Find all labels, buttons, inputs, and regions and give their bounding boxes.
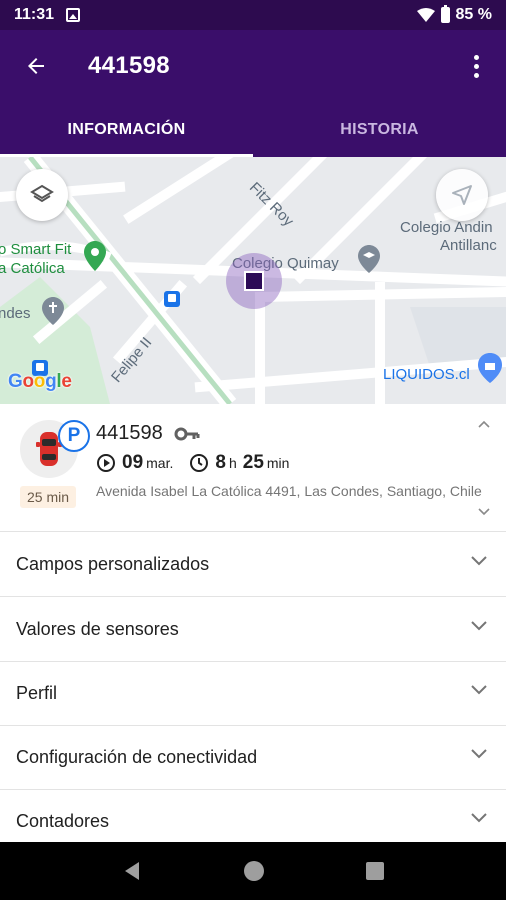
arrow-left-icon xyxy=(28,58,44,74)
system-navigation-bar xyxy=(0,842,506,900)
church-pin-icon xyxy=(42,297,64,325)
duration-badge: 25 min xyxy=(20,486,77,508)
section-valores-de-sensores[interactable]: Valores de sensores xyxy=(0,598,506,662)
status-bar: 11:31 85 % xyxy=(0,0,506,30)
google-letter: g xyxy=(45,371,57,392)
chevron-down-icon xyxy=(471,556,487,566)
play-circle-icon xyxy=(97,454,115,472)
battery-icon xyxy=(440,5,450,23)
tab-bar: INFORMACIÓN HISTORIA xyxy=(0,102,506,157)
map-view[interactable]: Fitz Roy Colegio Andin Antillanc o Smart… xyxy=(0,157,506,404)
google-logo: Google xyxy=(8,371,72,393)
section-perfil[interactable]: Perfil xyxy=(0,662,506,726)
clock-icon xyxy=(190,454,209,472)
chevron-down-icon xyxy=(471,749,487,759)
unit-name: 441598 xyxy=(96,422,163,444)
section-label: Contadores xyxy=(16,811,110,831)
google-letter: G xyxy=(8,371,23,392)
map-label-colegio-andino: Colegio Andin xyxy=(400,219,493,236)
map-label-la-catolica: a Católica xyxy=(0,260,65,277)
section-label: Perfil xyxy=(16,683,58,703)
stop-minutes-unit: min xyxy=(266,455,290,471)
stop-minutes: 25 xyxy=(242,452,264,473)
map-label-smart-fit: o Smart Fit xyxy=(0,241,72,258)
battery-percent: 85 % xyxy=(455,6,492,23)
chevron-up-icon[interactable] xyxy=(476,418,492,430)
section-configuracion-de-conectividad[interactable]: Configuración de conectividad xyxy=(0,726,506,790)
page-title: 441598 xyxy=(88,52,170,79)
more-vert-icon xyxy=(473,54,479,60)
chevron-down-icon xyxy=(471,813,487,823)
chevron-down-icon[interactable] xyxy=(476,506,492,518)
stop-stats: 09 mar. 8 h 25 min xyxy=(96,452,291,474)
nav-back-icon[interactable] xyxy=(121,860,143,882)
map-label-antillanca: Antillanc xyxy=(440,237,497,254)
tab-informacion[interactable]: INFORMACIÓN xyxy=(0,102,253,157)
parking-badge: P xyxy=(58,420,90,452)
stop-hours-unit: h xyxy=(228,455,237,471)
wifi-icon xyxy=(416,8,435,22)
map-label-liquidos: LIQUIDOS.cl xyxy=(383,366,470,383)
unit-info-card[interactable]: P 25 min 441598 09 mar. 8 h 25 min Aveni… xyxy=(0,404,506,532)
vehicle-marker[interactable] xyxy=(226,253,282,309)
shop-pin-icon xyxy=(478,353,502,383)
stop-month: mar. xyxy=(146,455,174,471)
app-bar: 441598 xyxy=(0,30,506,102)
section-label: Configuración de conectividad xyxy=(16,747,258,767)
tab-historia[interactable]: HISTORIA xyxy=(253,102,506,157)
layers-icon xyxy=(30,184,54,203)
navigation-arrow-icon xyxy=(452,185,472,205)
google-letter: e xyxy=(61,371,72,392)
section-label: Campos personalizados xyxy=(16,554,210,574)
more-options-button[interactable] xyxy=(464,46,488,86)
map-locate-button[interactable] xyxy=(436,169,488,221)
chevron-down-icon xyxy=(471,685,487,695)
stop-hours: 8 xyxy=(215,452,226,473)
stop-day: 09 xyxy=(122,452,144,473)
key-icon xyxy=(174,427,200,441)
status-time: 11:31 xyxy=(14,6,55,23)
google-letter: o xyxy=(33,371,46,392)
vehicle-marker-square xyxy=(244,271,264,291)
map-label-condes: ndes xyxy=(0,305,31,322)
map-layers-button[interactable] xyxy=(16,169,68,221)
google-letter: o xyxy=(22,371,34,392)
back-button[interactable] xyxy=(16,46,56,86)
nav-home-icon[interactable] xyxy=(241,858,267,884)
image-notification-icon xyxy=(66,8,81,22)
chevron-down-icon xyxy=(471,621,487,631)
section-campos-personalizados[interactable]: Campos personalizados xyxy=(0,533,506,597)
status-right: 85 % xyxy=(416,5,492,24)
gym-pin-icon xyxy=(84,241,106,271)
section-label: Valores de sensores xyxy=(16,619,179,639)
unit-address: Avenida Isabel La Católica 4491, Las Con… xyxy=(96,483,482,499)
nav-recents-icon[interactable] xyxy=(365,861,385,881)
bus-stop-icon xyxy=(164,291,180,307)
school-pin-icon xyxy=(358,245,380,273)
